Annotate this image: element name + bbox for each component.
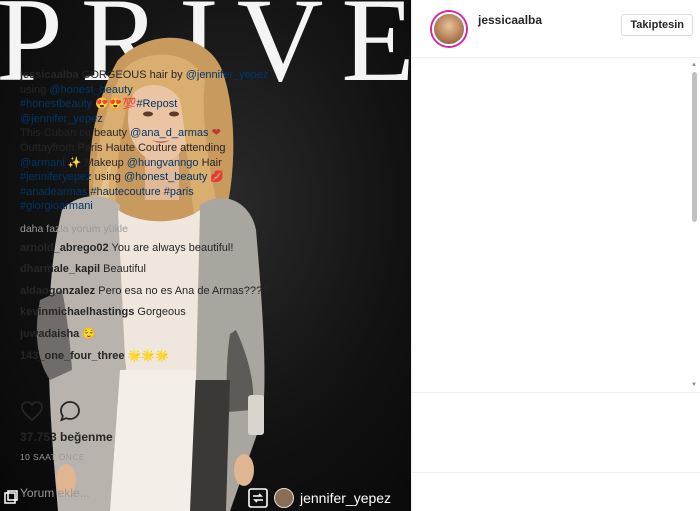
comment-item: aldaogonzalez Pero esa no es Ana de Arma…: [20, 284, 276, 299]
mention-link[interactable]: @jennifer_yepez: [20, 113, 103, 125]
load-more-comments[interactable]: daha fazla yorum yükle: [20, 222, 276, 237]
comment-item: dharmale_kapil Beautiful: [20, 262, 276, 277]
mention-link[interactable]: @hungvanngo: [127, 157, 199, 169]
comments-list: jessicaalba GORGEOUS hair by @jennifer_y…: [20, 68, 276, 388]
actions-divider: [412, 392, 700, 393]
repost-avatar: [274, 488, 294, 508]
comment-text: You are always beautiful!: [111, 241, 234, 254]
like-count[interactable]: 37.753 beğenme: [20, 430, 113, 444]
repost-username: jennifer_yepez: [300, 490, 392, 506]
heart-icon[interactable]: [20, 399, 44, 423]
comment-text: Beautiful: [103, 263, 146, 276]
mention-link[interactable]: @honest_beauty: [124, 171, 207, 183]
caption-username[interactable]: jessicaalba: [20, 69, 79, 81]
input-divider: [412, 472, 700, 473]
comment-input[interactable]: [20, 482, 270, 504]
hashtag-link[interactable]: #paris: [164, 186, 194, 198]
hashtag-link[interactable]: #anadearmas: [20, 186, 87, 198]
comment-username[interactable]: 143_one_four_three: [20, 350, 125, 362]
follow-button[interactable]: Takiptesin: [621, 14, 693, 36]
mention-link[interactable]: @jennifer_yepez: [186, 69, 269, 81]
comment-username[interactable]: arnold_abrego02: [20, 242, 109, 254]
post-header: jessicaalba Takiptesin: [412, 0, 700, 58]
hashtag-link[interactable]: #giorgioarmani: [20, 200, 93, 212]
comment-item: 143_one_four_three 🌟🌟🌟: [20, 349, 276, 364]
post-actions: [20, 398, 82, 424]
header-username[interactable]: jessicaalba: [478, 13, 542, 27]
comment-item: arnold_abrego02 You are always beautiful…: [20, 241, 276, 256]
media-icon: [4, 490, 18, 504]
hashtag-link[interactable]: #jenniferyepez: [20, 171, 92, 183]
comment-username[interactable]: aldaogonzalez: [20, 285, 95, 297]
mention-link[interactable]: @armani: [20, 157, 65, 169]
comment-text: Pero esa no es Ana de Armas????: [98, 284, 269, 297]
post-timestamp: 10 SAAT ÖNCE: [20, 452, 85, 462]
scroll-up-arrow[interactable]: ▲: [690, 62, 698, 68]
comment-item: kevinmichaelhastings Gorgeous: [20, 305, 276, 320]
hashtag-link[interactable]: #honestbeauty: [20, 98, 92, 110]
scroll-thumb[interactable]: [692, 72, 697, 222]
comment-item: juwadaisha 😌: [20, 327, 276, 342]
comment-username[interactable]: kevinmichaelhastings: [20, 306, 134, 318]
comment-text: Gorgeous: [137, 306, 186, 319]
comment-text: 🌟🌟🌟: [127, 349, 169, 362]
scroll-down-arrow[interactable]: ▼: [690, 382, 698, 388]
mention-link[interactable]: @ana_d_armas: [130, 127, 208, 139]
comment-username[interactable]: dharmale_kapil: [20, 263, 100, 275]
comment-icon[interactable]: [58, 399, 82, 423]
post-side-panel: jessicaalba Takiptesin: [411, 0, 700, 511]
post-caption: jessicaalba GORGEOUS hair by @jennifer_y…: [20, 69, 269, 213]
hashtag-link[interactable]: #Repost: [136, 98, 177, 110]
comments-scrollbar[interactable]: ▲ ▼: [690, 62, 698, 388]
hashtag-link[interactable]: #hautecouture: [90, 186, 160, 198]
mention-link[interactable]: @honest_beauty: [49, 84, 132, 96]
comment-text: 😌: [82, 327, 97, 340]
avatar[interactable]: [432, 11, 466, 46]
comment-username[interactable]: juwadaisha: [20, 328, 79, 340]
